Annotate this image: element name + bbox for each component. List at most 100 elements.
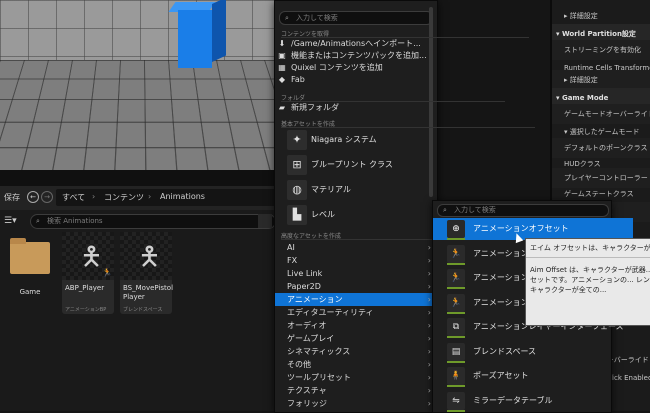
get-content-item[interactable]: ◆ Fab (275, 74, 427, 86)
animation-asset-label: アニメーションオフセット (473, 224, 569, 233)
breadcrumb-separator: › (148, 192, 152, 201)
get-content-label: /Game/Animationsへインポート... (291, 39, 421, 48)
animation-asset-label: ポーズアセット (473, 371, 529, 380)
back-arrow-icon[interactable]: ← (27, 191, 39, 203)
advanced-category-item[interactable]: FX › (275, 254, 437, 267)
advanced-category-item[interactable]: テクスチャ › (275, 384, 437, 397)
content-search-input[interactable]: ⌕ 検索 Animations (30, 214, 276, 229)
chevron-right-icon: › (427, 282, 431, 291)
scrollbar-track[interactable] (258, 214, 272, 228)
advanced-category-label: エディタユーティリティ (287, 308, 374, 317)
advanced-category-item[interactable]: シネマティックス › (275, 345, 437, 358)
animation-asset-label: ブレンドスペース (473, 346, 537, 356)
section-header-advanced-assets: 高度なアセットを作成 (281, 233, 541, 240)
chevron-right-icon: › (427, 256, 431, 265)
download-icon: ⬇ (278, 39, 286, 48)
advanced-category-item[interactable]: Live Link › (275, 267, 437, 280)
get-content-label: 機能またはコンテンツパックを追加... (291, 51, 427, 60)
get-content-label: Quixel コンテンツを追加 (291, 63, 383, 72)
advanced-category-item[interactable]: AI › (275, 241, 437, 254)
advanced-category-item[interactable]: ゲームプレイ › (275, 332, 437, 345)
chevron-right-icon: › (427, 321, 431, 330)
breadcrumb-content[interactable]: コンテンツ (104, 192, 144, 203)
get-content-item[interactable]: ▣ 機能またはコンテンツパックを追加... (275, 50, 427, 62)
mannequin-icon: 🯅 (80, 242, 103, 272)
advanced-category-label: テクスチャ (287, 386, 327, 395)
anim-icon-3: 🏃 (447, 293, 465, 314)
animation-asset-label: ミラーデータテーブル (473, 395, 553, 405)
animation-asset-item[interactable]: 🧍 ポーズアセット (433, 365, 633, 387)
chevron-right-icon: › (427, 334, 431, 343)
basic-asset-label: マテリアル (311, 185, 351, 194)
new-folder-item[interactable]: ▰ 新規フォルダ (275, 101, 427, 115)
tooltip-body: Aim Offset は、キャラクターが武器... するアセットです。アニメーシ… (530, 266, 650, 294)
cube-mesh-side (212, 0, 226, 62)
advanced-category-item[interactable]: オーディオ › (275, 319, 437, 332)
advanced-category-item[interactable]: エディタユーティリティ › (275, 306, 437, 319)
details-row[interactable]: ▸ 詳細設定 (552, 6, 650, 26)
get-content-item[interactable]: ▦ Quixel コンテンツを追加 (275, 62, 427, 74)
chevron-right-icon: › (427, 373, 431, 382)
level-viewport[interactable] (0, 0, 280, 170)
content-search-placeholder: 検索 Animations (47, 217, 103, 225)
breadcrumb-separator: › (92, 192, 96, 201)
animation-asset-item[interactable]: ⇋ ミラーデータテーブル (433, 390, 633, 412)
chevron-right-icon: › (427, 386, 431, 395)
section-header-get-content: コンテンツを取得 (281, 31, 530, 38)
details-row[interactable]: ストリーミングを有効化 (552, 40, 650, 60)
run-icon: 🏃 (102, 268, 112, 277)
aim-offset-tooltip: エイム オフセットは、キャラクターが武器... Aim Offset は、キャラ… (525, 238, 650, 326)
chevron-right-icon: › (427, 399, 431, 408)
advanced-category-item[interactable]: フォリッジ › (275, 397, 437, 410)
context-search-placeholder: 入力して検索 (296, 14, 338, 22)
asset-tile-bs-move-pistol[interactable]: 🯅 BS_MovePistol Player ブレンドスペース (120, 232, 173, 314)
asset-type: ブレンドスペース (123, 307, 163, 313)
layer-interface-icon: ⧉ (447, 318, 465, 338)
advanced-category-item[interactable]: その他 › (275, 358, 437, 371)
pose-asset-icon: 🧍 (447, 367, 465, 387)
advanced-category-label: AI (287, 243, 295, 252)
breadcrumb-all[interactable]: すべて (62, 192, 85, 203)
advanced-category-label: Paper2D (287, 282, 321, 291)
submenu-search-input[interactable]: ⌕ 入力して検索 (437, 204, 609, 217)
animation-asset-item[interactable]: ▤ ブレンドスペース (433, 341, 633, 363)
folder-label: Game (19, 288, 41, 296)
breadcrumb-animations[interactable]: Animations (160, 192, 205, 201)
forward-arrow-icon[interactable]: → (41, 191, 53, 203)
get-content-item[interactable]: ⬇ /Game/Animationsへインポート... (275, 38, 427, 50)
advanced-category-label: ゲームプレイ (287, 334, 335, 343)
search-icon: ⌕ (285, 14, 289, 22)
folder-tile-game[interactable]: Game (6, 236, 54, 316)
cube-mesh[interactable] (178, 10, 212, 68)
basic-asset-label: レベル (311, 210, 335, 219)
asset-tile-abp-player[interactable]: 🯅 🏃 ABP_Player アニメーションBP (62, 232, 114, 314)
basic-asset-item[interactable]: ▙ レベル (281, 203, 441, 227)
viewport-divider (0, 170, 280, 186)
basic-asset-item[interactable]: ✦ Niagara システム (281, 128, 441, 152)
asset-name: ABP_Player (65, 284, 105, 292)
fab-icon: ◆ (278, 75, 286, 84)
advanced-category-item[interactable]: ツールプリセット › (275, 371, 437, 384)
basic-asset-item[interactable]: ◍ マテリアル (281, 178, 441, 202)
animation-asset-item[interactable]: ⊕ アニメーションオフセット (433, 218, 633, 240)
advanced-category-item[interactable]: アニメーション › (275, 293, 437, 306)
submenu-search-placeholder: 入力して検索 (454, 206, 496, 214)
new-folder-label: 新規フォルダ (291, 103, 339, 112)
advanced-category-label: FX (287, 256, 298, 265)
filter-icon[interactable]: ☰▾ (4, 216, 17, 226)
advanced-category-label: ツールプリセット (287, 373, 351, 382)
chevron-right-icon: › (427, 360, 431, 369)
asset-type: アニメーションBP (65, 307, 107, 313)
basic-asset-item[interactable]: ⊞ ブループリント クラス (281, 153, 441, 177)
save-button[interactable]: 保存 (4, 192, 20, 203)
tooltip-title: エイム オフセットは、キャラクターが武器... (530, 244, 650, 252)
advanced-category-item[interactable]: Paper2D › (275, 280, 437, 293)
aim-offset-icon: ⊕ (447, 220, 465, 240)
advanced-category-label: オーディオ (287, 321, 327, 330)
details-row[interactable]: ゲームモードオーバーライド (552, 104, 650, 124)
details-row[interactable]: ▸ 詳細設定 (552, 70, 650, 90)
advanced-category-label: Live Link (287, 269, 323, 278)
context-search-input[interactable]: ⌕ 入力して検索 (279, 11, 433, 25)
level-icon: ▙ (287, 205, 307, 225)
chevron-right-icon: › (427, 308, 431, 317)
